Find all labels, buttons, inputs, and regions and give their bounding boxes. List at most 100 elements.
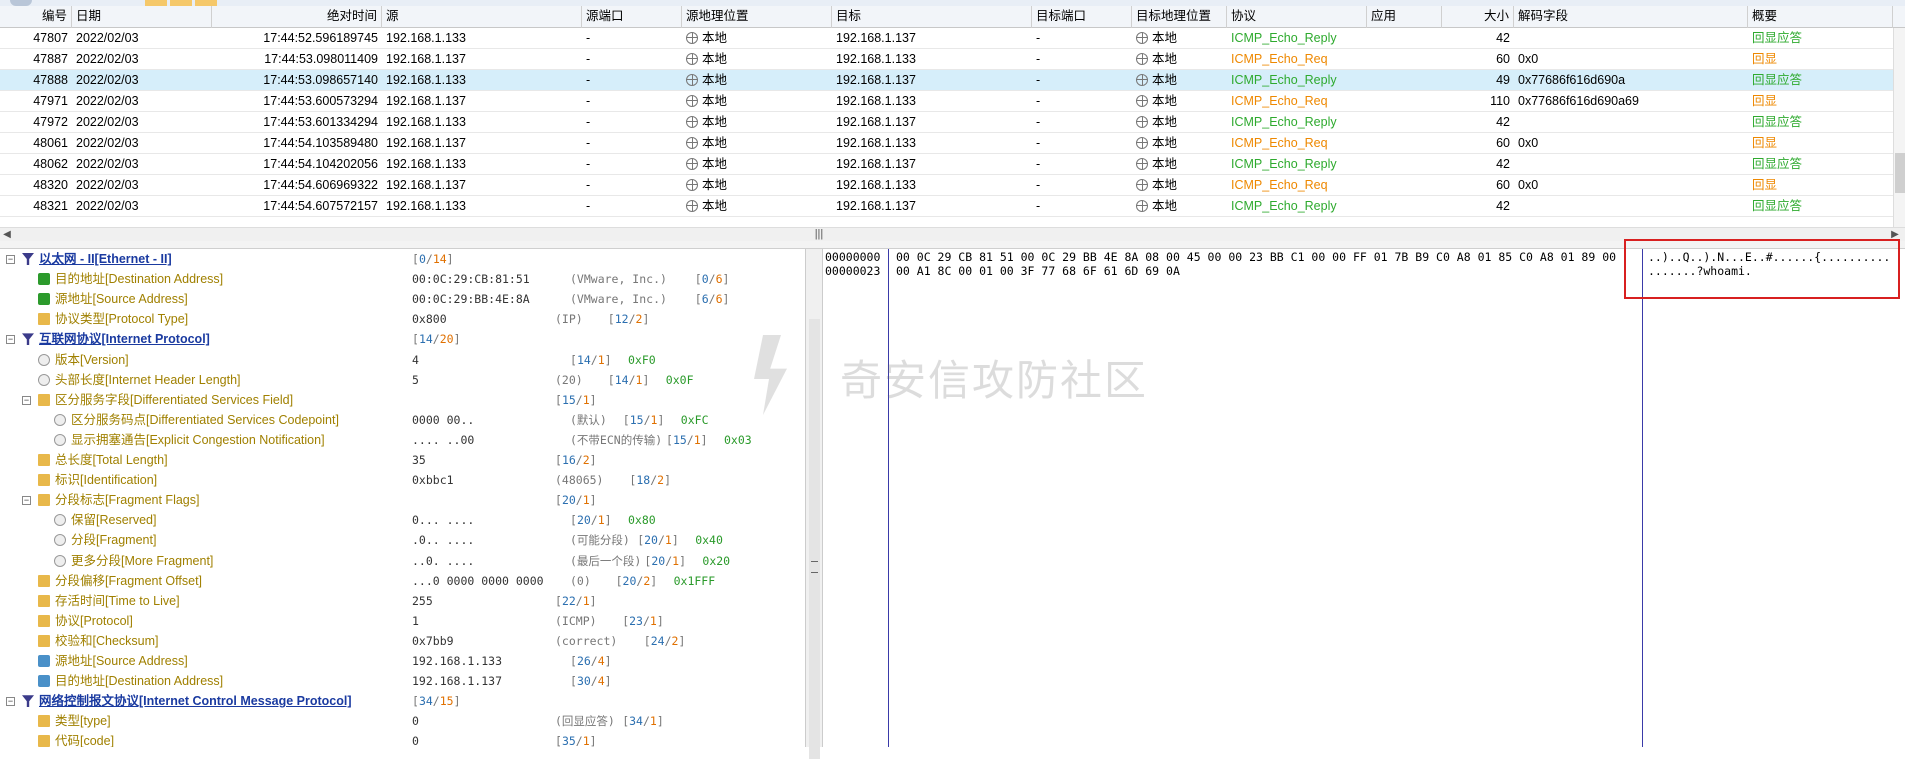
splitter-grip-icon[interactable]	[811, 561, 818, 573]
cell-text: 本地	[702, 178, 728, 192]
tree-node[interactable]: 版本[Version] 4 [14/1] 0xF0	[0, 350, 805, 370]
packet-row[interactable]: 48061 2022/02/03 17:44:54.103589480 192.168…	[0, 133, 1893, 154]
vscroll-thumb[interactable]	[1895, 153, 1905, 193]
tree-value: 35	[412, 453, 426, 467]
packet-row[interactable]: 48321 2022/02/03 17:44:54.607572157 192.168…	[0, 196, 1893, 217]
cell-sgeo: 本地	[682, 91, 832, 112]
collapse-icon[interactable]: −	[6, 255, 15, 264]
tree-offset: [35/1]	[555, 734, 597, 747]
cell-dport: -	[1032, 70, 1132, 91]
column-header[interactable]: 大小	[1442, 6, 1514, 28]
column-header[interactable]: 源	[382, 6, 582, 28]
column-header[interactable]: 绝对时间	[212, 6, 382, 28]
column-header[interactable]: 解码字段	[1514, 6, 1748, 28]
cell-dst: 192.168.1.133	[832, 133, 1032, 154]
cell-dport: -	[1032, 175, 1132, 196]
field-icon	[38, 735, 50, 747]
tree-label: 分段标志[Fragment Flags]	[55, 493, 200, 508]
cell-text: 192.168.1.133	[836, 52, 916, 66]
cell-dst: 192.168.1.133	[832, 175, 1032, 196]
column-header[interactable]: 协议	[1227, 6, 1367, 28]
tree-scrollbar[interactable]	[805, 249, 823, 759]
tree-node[interactable]: 类型[type] 0 (回显应答) [34/1]	[0, 711, 805, 731]
highlight-box	[1624, 239, 1900, 299]
cell-time: 17:44:54.103589480	[212, 133, 382, 154]
collapse-icon[interactable]: −	[22, 496, 31, 506]
cell-text: 60	[1496, 52, 1510, 66]
tree-node[interactable]: 分段偏移[Fragment Offset] ...0 0000 0000 0000…	[0, 571, 805, 591]
tree-offset: [0/14]	[412, 252, 454, 266]
tree-node[interactable]: 目的地址[Destination Address] 192.168.1.137 [3…	[0, 671, 805, 691]
cell-sport: -	[582, 196, 682, 217]
tree-node[interactable]: 源地址[Source Address] 192.168.1.133 [26/4]	[0, 651, 805, 671]
tree-label: 代码[code]	[55, 734, 115, 747]
tree-offset: [15/1]	[622, 412, 665, 427]
packet-row[interactable]: 47972 2022/02/03 17:44:53.601334294 192.168…	[0, 112, 1893, 133]
tree-node[interactable]: 更多分段[More Fragment] ..0. .... (最后一个段) [20/1…	[0, 551, 805, 571]
tree-node[interactable]: 标识[Identification] 0xbbc1 (48065) [18/2]	[0, 470, 805, 490]
column-header[interactable]: 目标	[832, 6, 1032, 28]
cell-text: 192.168.1.133	[386, 157, 466, 171]
collapse-icon[interactable]: −	[6, 335, 15, 345]
cell-time: 17:44:54.606969322	[212, 175, 382, 196]
tree-node[interactable]: − 区分服务字段[Differentiated Services Field] [1…	[0, 390, 805, 410]
collapse-icon[interactable]: −	[22, 395, 31, 405]
packet-row[interactable]: 47807 2022/02/03 17:44:52.596189745 192.168…	[0, 28, 1893, 49]
column-header[interactable]: 源端口	[582, 6, 682, 28]
tree-node[interactable]: 源地址[Source Address] 00:0C:29:BB:4E:8A (VMw…	[0, 289, 805, 309]
column-header[interactable]: 应用	[1367, 6, 1442, 28]
packet-row[interactable]: 48320 2022/02/03 17:44:54.606969322 192.168…	[0, 175, 1893, 196]
cell-text: -	[1036, 157, 1041, 171]
tree-mask: 0x40	[695, 533, 723, 548]
tree-node[interactable]: − 分段标志[Fragment Flags] [20/1]	[0, 490, 805, 510]
packet-row[interactable]: 47971 2022/02/03 17:44:53.600573294 192.168…	[0, 91, 1893, 112]
tree-label: 目的地址[Destination Address]	[55, 272, 224, 287]
column-header[interactable]: 目标地理位置	[1132, 6, 1227, 28]
tree-node[interactable]: 头部长度[Internet Header Length] 5 (20) [14/1] 0…	[0, 370, 805, 390]
tree-node[interactable]: − 互联网协议[Internet Protocol] [14/20]	[0, 329, 805, 349]
packet-list-vscrollbar[interactable]	[1893, 28, 1905, 227]
column-header[interactable]: 目标端口	[1032, 6, 1132, 28]
column-header[interactable]: 概要	[1748, 6, 1893, 28]
tree-node[interactable]: 代码[code] 0 [35/1]	[0, 731, 805, 747]
tree-node[interactable]: 总长度[Total Length] 35 [16/2]	[0, 450, 805, 470]
cell-date: 2022/02/03	[72, 28, 212, 49]
tree-node[interactable]: 区分服务码点[Differentiated Services Codepoint…	[0, 410, 805, 430]
packet-row[interactable]: 47887 2022/02/03 17:44:53.098011409 192.168…	[0, 49, 1893, 70]
packet-row[interactable]: 48062 2022/02/03 17:44:54.104202056 192.168…	[0, 154, 1893, 175]
cell-time: 17:44:53.600573294	[212, 91, 382, 112]
tree-node[interactable]: 存活时间[Time to Live] 255 [22/1]	[0, 591, 805, 611]
tree-value: ...0 0000 0000 0000	[412, 573, 544, 588]
tree-node[interactable]: 显示拥塞通告[Explicit Congestion Notification]…	[0, 430, 805, 450]
tree-node[interactable]: − 以太网 - II[Ethernet - II] [0/14]	[0, 249, 805, 269]
cell-proto: ICMP_Echo_Reply	[1227, 154, 1367, 175]
tree-node[interactable]: 协议[Protocol] 1 (ICMP) [23/1]	[0, 611, 805, 631]
column-header[interactable]: 源地理位置	[682, 6, 832, 28]
cell-size: 110	[1442, 91, 1514, 112]
hex-bytes[interactable]: 00 A1 8C 00 01 00 3F 77 68 6F 61 6D 69 0…	[896, 264, 1180, 278]
cell-sgeo: 本地	[682, 133, 832, 154]
tree-value: 0x7bb9	[412, 633, 454, 648]
scroll-left-icon[interactable]: ◀	[0, 228, 14, 241]
cell-time: 17:44:54.607572157	[212, 196, 382, 217]
column-header[interactable]: 编号	[0, 6, 72, 28]
scroll-grip-icon[interactable]: |||	[812, 228, 826, 241]
cell-text: 本地	[702, 52, 728, 66]
pane-splitter[interactable]	[0, 241, 1905, 249]
packet-row[interactable]: 47888 2022/02/03 17:44:53.098657140 192.168…	[0, 70, 1893, 91]
packet-list-hscrollbar[interactable]: ◀ ||| ▶	[0, 227, 1905, 241]
filter-icon	[22, 695, 34, 708]
tree-node[interactable]: 校验和[Checksum] 0x7bb9 (correct) [24/2]	[0, 631, 805, 651]
tree-node[interactable]: 保留[Reserved] 0... .... [20/1] 0x80	[0, 510, 805, 530]
column-header[interactable]: 日期	[72, 6, 212, 28]
hex-bytes[interactable]: 00 0C 29 CB 81 51 00 0C 29 BB 4E 8A 08 0…	[896, 250, 1616, 264]
tree-node[interactable]: 协议类型[Protocol Type] 0x800 (IP) [12/2]	[0, 309, 805, 329]
tree-node[interactable]: 分段[Fragment] .0.. .... (可能分段) [20/1] 0x40	[0, 530, 805, 550]
cell-app	[1367, 133, 1442, 154]
globe-icon	[686, 179, 698, 191]
tree-node[interactable]: 目的地址[Destination Address] 00:0C:29:CB:81:…	[0, 269, 805, 289]
tree-node[interactable]: − 网络控制报文协议[Internet Control Message Proto…	[0, 691, 805, 711]
cell-text: 本地	[1152, 136, 1178, 150]
collapse-icon[interactable]: −	[6, 697, 15, 707]
circle-icon	[54, 534, 66, 547]
